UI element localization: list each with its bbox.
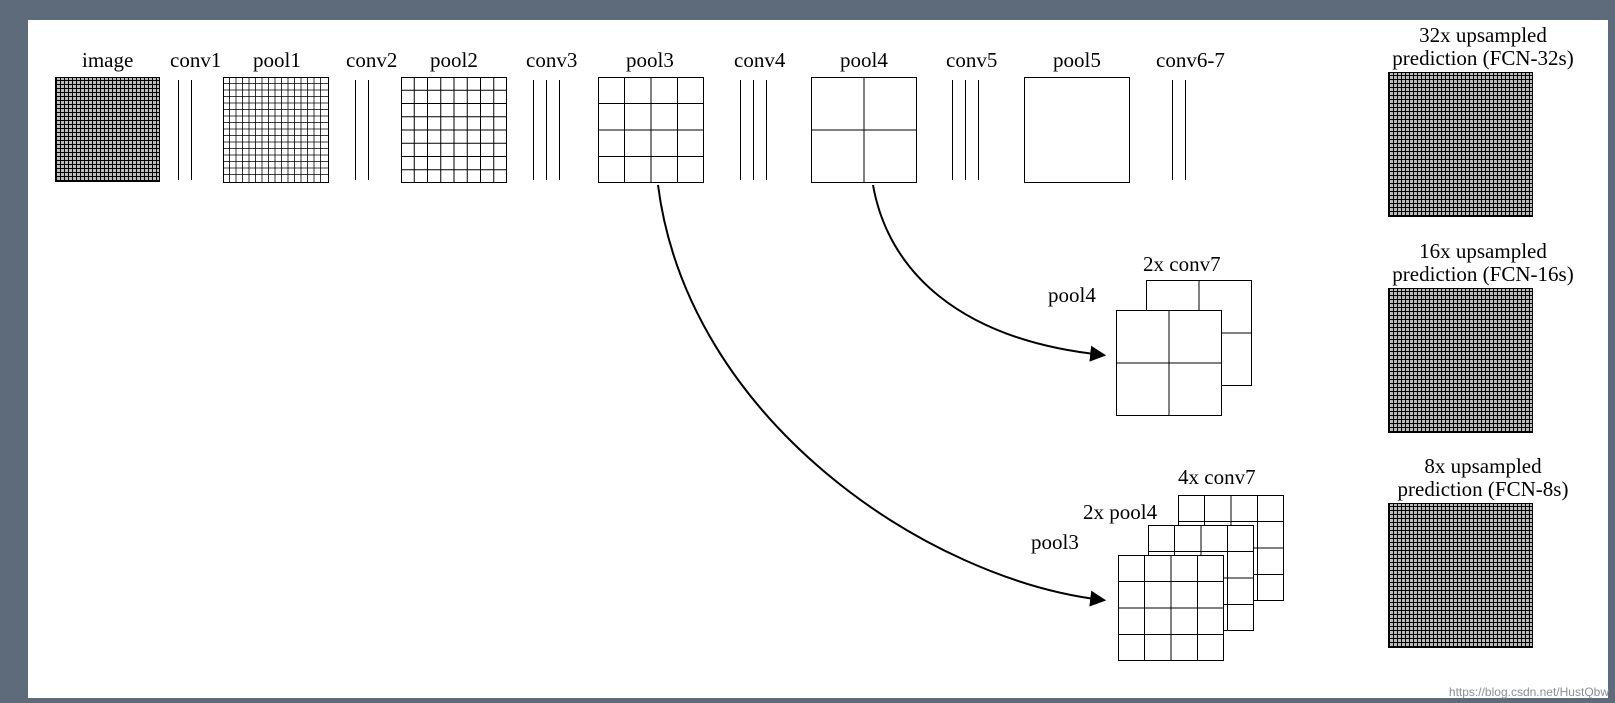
watermark-text: https://blog.csdn.net/HustQbw [1449,685,1609,699]
arrows-icon [28,20,1608,698]
diagram-sheet: image conv1 pool1 conv2 pool2 conv3 pool… [28,20,1608,698]
